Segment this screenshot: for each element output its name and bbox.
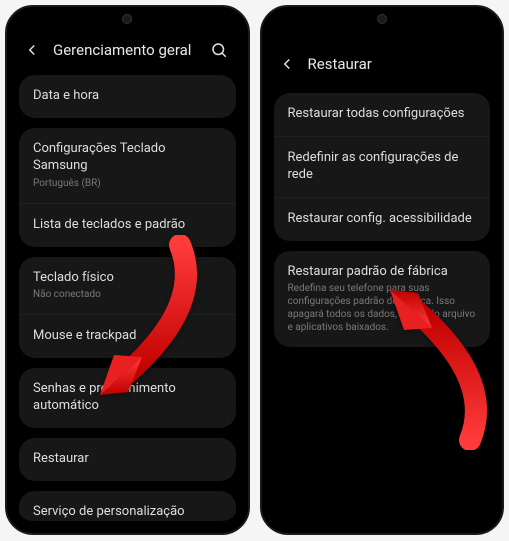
item-restore-accessibility[interactable]: Restaurar config. acessibilidade: [274, 197, 491, 241]
settings-group: Restaurar todas configurações Redefinir …: [274, 93, 491, 241]
item-date-time[interactable]: Data e hora: [19, 75, 236, 118]
item-title: Serviço de personalização: [33, 504, 222, 521]
phone-right: Restaurar Restaurar todas configurações …: [260, 5, 505, 535]
settings-group: Configurações Teclado Samsung Português …: [19, 128, 236, 247]
item-passwords-autofill[interactable]: Senhas e preenchimento automático: [19, 368, 236, 428]
item-keyboard-list[interactable]: Lista de teclados e padrão: [19, 203, 236, 247]
item-subtitle: Português (BR): [33, 177, 222, 190]
item-title: Restaurar padrão de fábrica: [288, 264, 477, 281]
item-keyboard-samsung[interactable]: Configurações Teclado Samsung Português …: [19, 128, 236, 203]
item-title: Mouse e trackpad: [33, 328, 222, 345]
item-mouse-trackpad[interactable]: Mouse e trackpad: [19, 314, 236, 358]
item-title: Lista de teclados e padrão: [33, 217, 222, 234]
item-title: Restaurar config. acessibilidade: [288, 211, 477, 228]
screen-left: Gerenciamento geral Data e hora Configur…: [17, 25, 238, 521]
item-physical-keyboard[interactable]: Teclado físico Não conectado: [19, 257, 236, 315]
screen-right: Restaurar Restaurar todas configurações …: [272, 25, 493, 521]
item-title: Teclado físico: [33, 270, 222, 287]
item-title: Senhas e preenchimento automático: [33, 381, 222, 415]
item-title: Redefinir as configurações de rede: [288, 150, 477, 184]
item-factory-reset[interactable]: Restaurar padrão de fábrica Redefina seu…: [274, 251, 491, 348]
search-icon[interactable]: [208, 39, 230, 61]
page-title: Gerenciamento geral: [53, 41, 198, 59]
settings-list: Data e hora Configurações Teclado Samsun…: [17, 75, 238, 521]
item-title: Data e hora: [33, 88, 222, 105]
item-title: Configurações Teclado Samsung: [33, 141, 222, 175]
header: Gerenciamento geral: [17, 25, 238, 75]
item-personalization[interactable]: Serviço de personalização Ativado: [19, 491, 236, 521]
settings-group: Senhas e preenchimento automático: [19, 368, 236, 428]
item-subtitle: Não conectado: [33, 288, 222, 301]
back-icon[interactable]: [276, 53, 298, 75]
back-icon[interactable]: [21, 39, 43, 61]
header: Restaurar: [272, 25, 493, 93]
settings-group: Restaurar padrão de fábrica Redefina seu…: [274, 251, 491, 348]
item-title: Restaurar: [33, 451, 222, 468]
settings-list: Restaurar todas configurações Redefinir …: [272, 93, 493, 347]
item-restore-all[interactable]: Restaurar todas configurações: [274, 93, 491, 136]
settings-group: Serviço de personalização Ativado: [19, 491, 236, 521]
item-reset-network[interactable]: Redefinir as configurações de rede: [274, 136, 491, 197]
settings-group: Data e hora: [19, 75, 236, 118]
phone-left: Gerenciamento geral Data e hora Configur…: [5, 5, 250, 535]
camera-notch: [377, 14, 387, 24]
item-title: Restaurar todas configurações: [288, 106, 477, 123]
settings-group: Restaurar: [19, 438, 236, 481]
settings-group: Teclado físico Não conectado Mouse e tra…: [19, 257, 236, 359]
item-subtitle: Redefina seu telefone para suas configur…: [288, 282, 477, 334]
camera-notch: [122, 14, 132, 24]
page-title: Restaurar: [308, 55, 485, 73]
item-restore[interactable]: Restaurar: [19, 438, 236, 481]
